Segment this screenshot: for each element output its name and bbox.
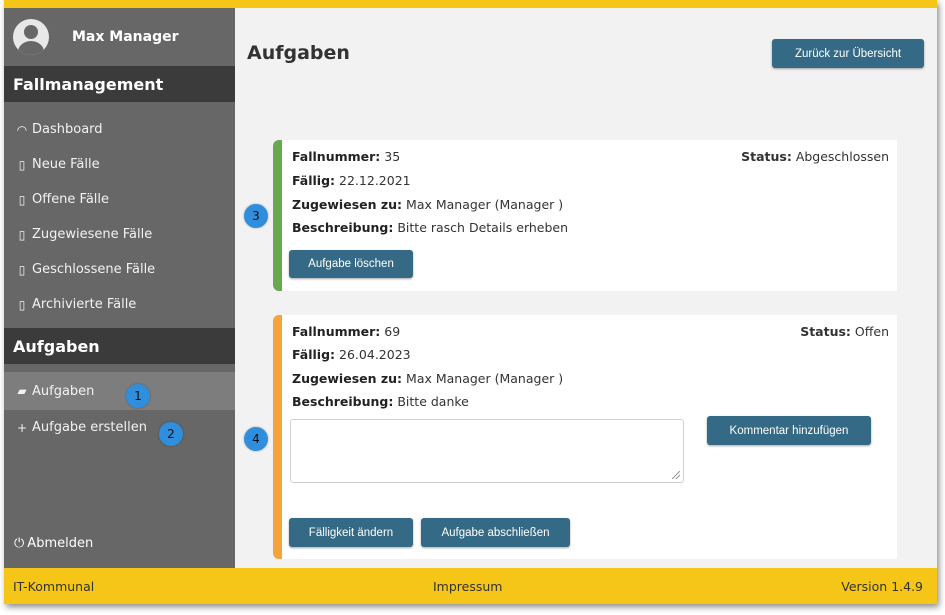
app-window: Max Manager Fallmanagement ◠ Dashboard ▯…: [4, 0, 937, 604]
clipboard-archive-icon: ▯: [18, 297, 26, 312]
sidebar-item-label: Archivierte Fälle: [32, 297, 137, 312]
power-icon: ⏻: [14, 536, 25, 551]
comment-textarea[interactable]: [290, 419, 684, 483]
sidebar-item-label: Dashboard: [32, 122, 103, 137]
clipboard-check-icon: ▯: [18, 262, 26, 277]
footer-brand: IT-Kommunal: [13, 578, 95, 594]
sidebar-item-label: Aufgaben: [32, 383, 95, 399]
task-status: Status: Abgeschlossen: [741, 149, 889, 164]
sidebar-item-neue-faelle[interactable]: ▯ Neue Fälle: [4, 147, 235, 182]
sidebar-item-geschlossene-faelle[interactable]: ▯ Geschlossene Fälle: [4, 252, 235, 287]
sidebar-item-label: Offene Fälle: [32, 192, 110, 207]
clipboard-user-icon: ▯: [18, 227, 26, 242]
add-comment-button[interactable]: Kommentar hinzufügen: [707, 416, 871, 445]
task-assignee: Zugewiesen zu: Max Manager (Manager ): [292, 371, 564, 386]
sidebar-item-aufgabe-erstellen[interactable]: + Aufgabe erstellen: [4, 410, 235, 445]
complete-task-button[interactable]: Aufgabe abschließen: [421, 518, 570, 547]
sidebar-item-offene-faelle[interactable]: ▯ Offene Fälle: [4, 182, 235, 217]
task-due-date: Fällig: 22.12.2021: [292, 173, 411, 188]
delete-task-button[interactable]: Aufgabe löschen: [289, 250, 413, 278]
plus-icon: +: [16, 420, 28, 435]
task-assignee: Zugewiesen zu: Max Manager (Manager ): [292, 197, 564, 212]
version-label: Version 1.4.9: [841, 578, 923, 594]
dashboard-icon: ◠: [16, 122, 28, 137]
tasks-icon: ▰: [17, 384, 27, 398]
section-heading-fallmanagement: Fallmanagement: [4, 66, 235, 102]
task-fallnummer: Fallnummer: 35: [292, 149, 401, 164]
sidebar-item-label: Geschlossene Fälle: [32, 262, 156, 277]
sidebar: Max Manager Fallmanagement ◠ Dashboard ▯…: [4, 8, 235, 568]
task-status: Status: Offen: [800, 324, 889, 339]
clipboard-list-icon: ▯: [18, 192, 26, 207]
sidebar-item-dashboard[interactable]: ◠ Dashboard: [4, 112, 235, 147]
page-title: Aufgaben: [247, 42, 350, 64]
sidebar-item-zugewiesene-faelle[interactable]: ▯ Zugewiesene Fälle: [4, 217, 235, 252]
back-to-overview-button[interactable]: Zurück zur Übersicht: [772, 39, 924, 68]
change-due-date-button[interactable]: Fälligkeit ändern: [289, 518, 413, 547]
callout-badge-1: 1: [126, 384, 150, 408]
logout-label: Abmelden: [27, 536, 94, 551]
impressum-link[interactable]: Impressum: [433, 579, 502, 594]
user-profile: Max Manager: [4, 8, 235, 66]
sidebar-item-archivierte-faelle[interactable]: ▯ Archivierte Fälle: [4, 287, 235, 322]
sidebar-item-aufgaben[interactable]: ▰ Aufgaben: [4, 372, 235, 410]
logout-link[interactable]: ⏻ Abmelden: [14, 536, 93, 551]
task-fallnummer: Fallnummer: 69: [292, 324, 401, 339]
aufgaben-nav: ▰ Aufgaben + Aufgabe erstellen: [4, 364, 235, 445]
fallmanagement-nav: ◠ Dashboard ▯ Neue Fälle ▯ Offene Fälle …: [4, 102, 235, 322]
sidebar-item-label: Aufgabe erstellen: [32, 420, 147, 435]
task-description: Beschreibung: Bitte rasch Details erhebe…: [292, 220, 569, 235]
task-due-date: Fällig: 26.04.2023: [292, 347, 411, 362]
task-card-closed: Fallnummer: 35 Status: Abgeschlossen Fäl…: [273, 140, 897, 291]
footer: IT-Kommunal Impressum Version 1.4.9: [4, 568, 937, 604]
section-heading-aufgaben: Aufgaben: [4, 328, 235, 364]
user-name: Max Manager: [72, 29, 179, 45]
sidebar-item-label: Zugewiesene Fälle: [32, 227, 153, 242]
callout-badge-2: 2: [159, 422, 183, 446]
task-description: Beschreibung: Bitte danke: [292, 394, 469, 409]
main-content: Aufgaben Zurück zur Übersicht Fallnummer…: [235, 8, 937, 568]
task-card-open: Fallnummer: 69 Status: Offen Fällig: 26.…: [273, 315, 897, 559]
avatar-icon: [13, 19, 49, 55]
sidebar-item-label: Neue Fälle: [32, 157, 100, 172]
clipboard-icon: ▯: [18, 157, 26, 172]
